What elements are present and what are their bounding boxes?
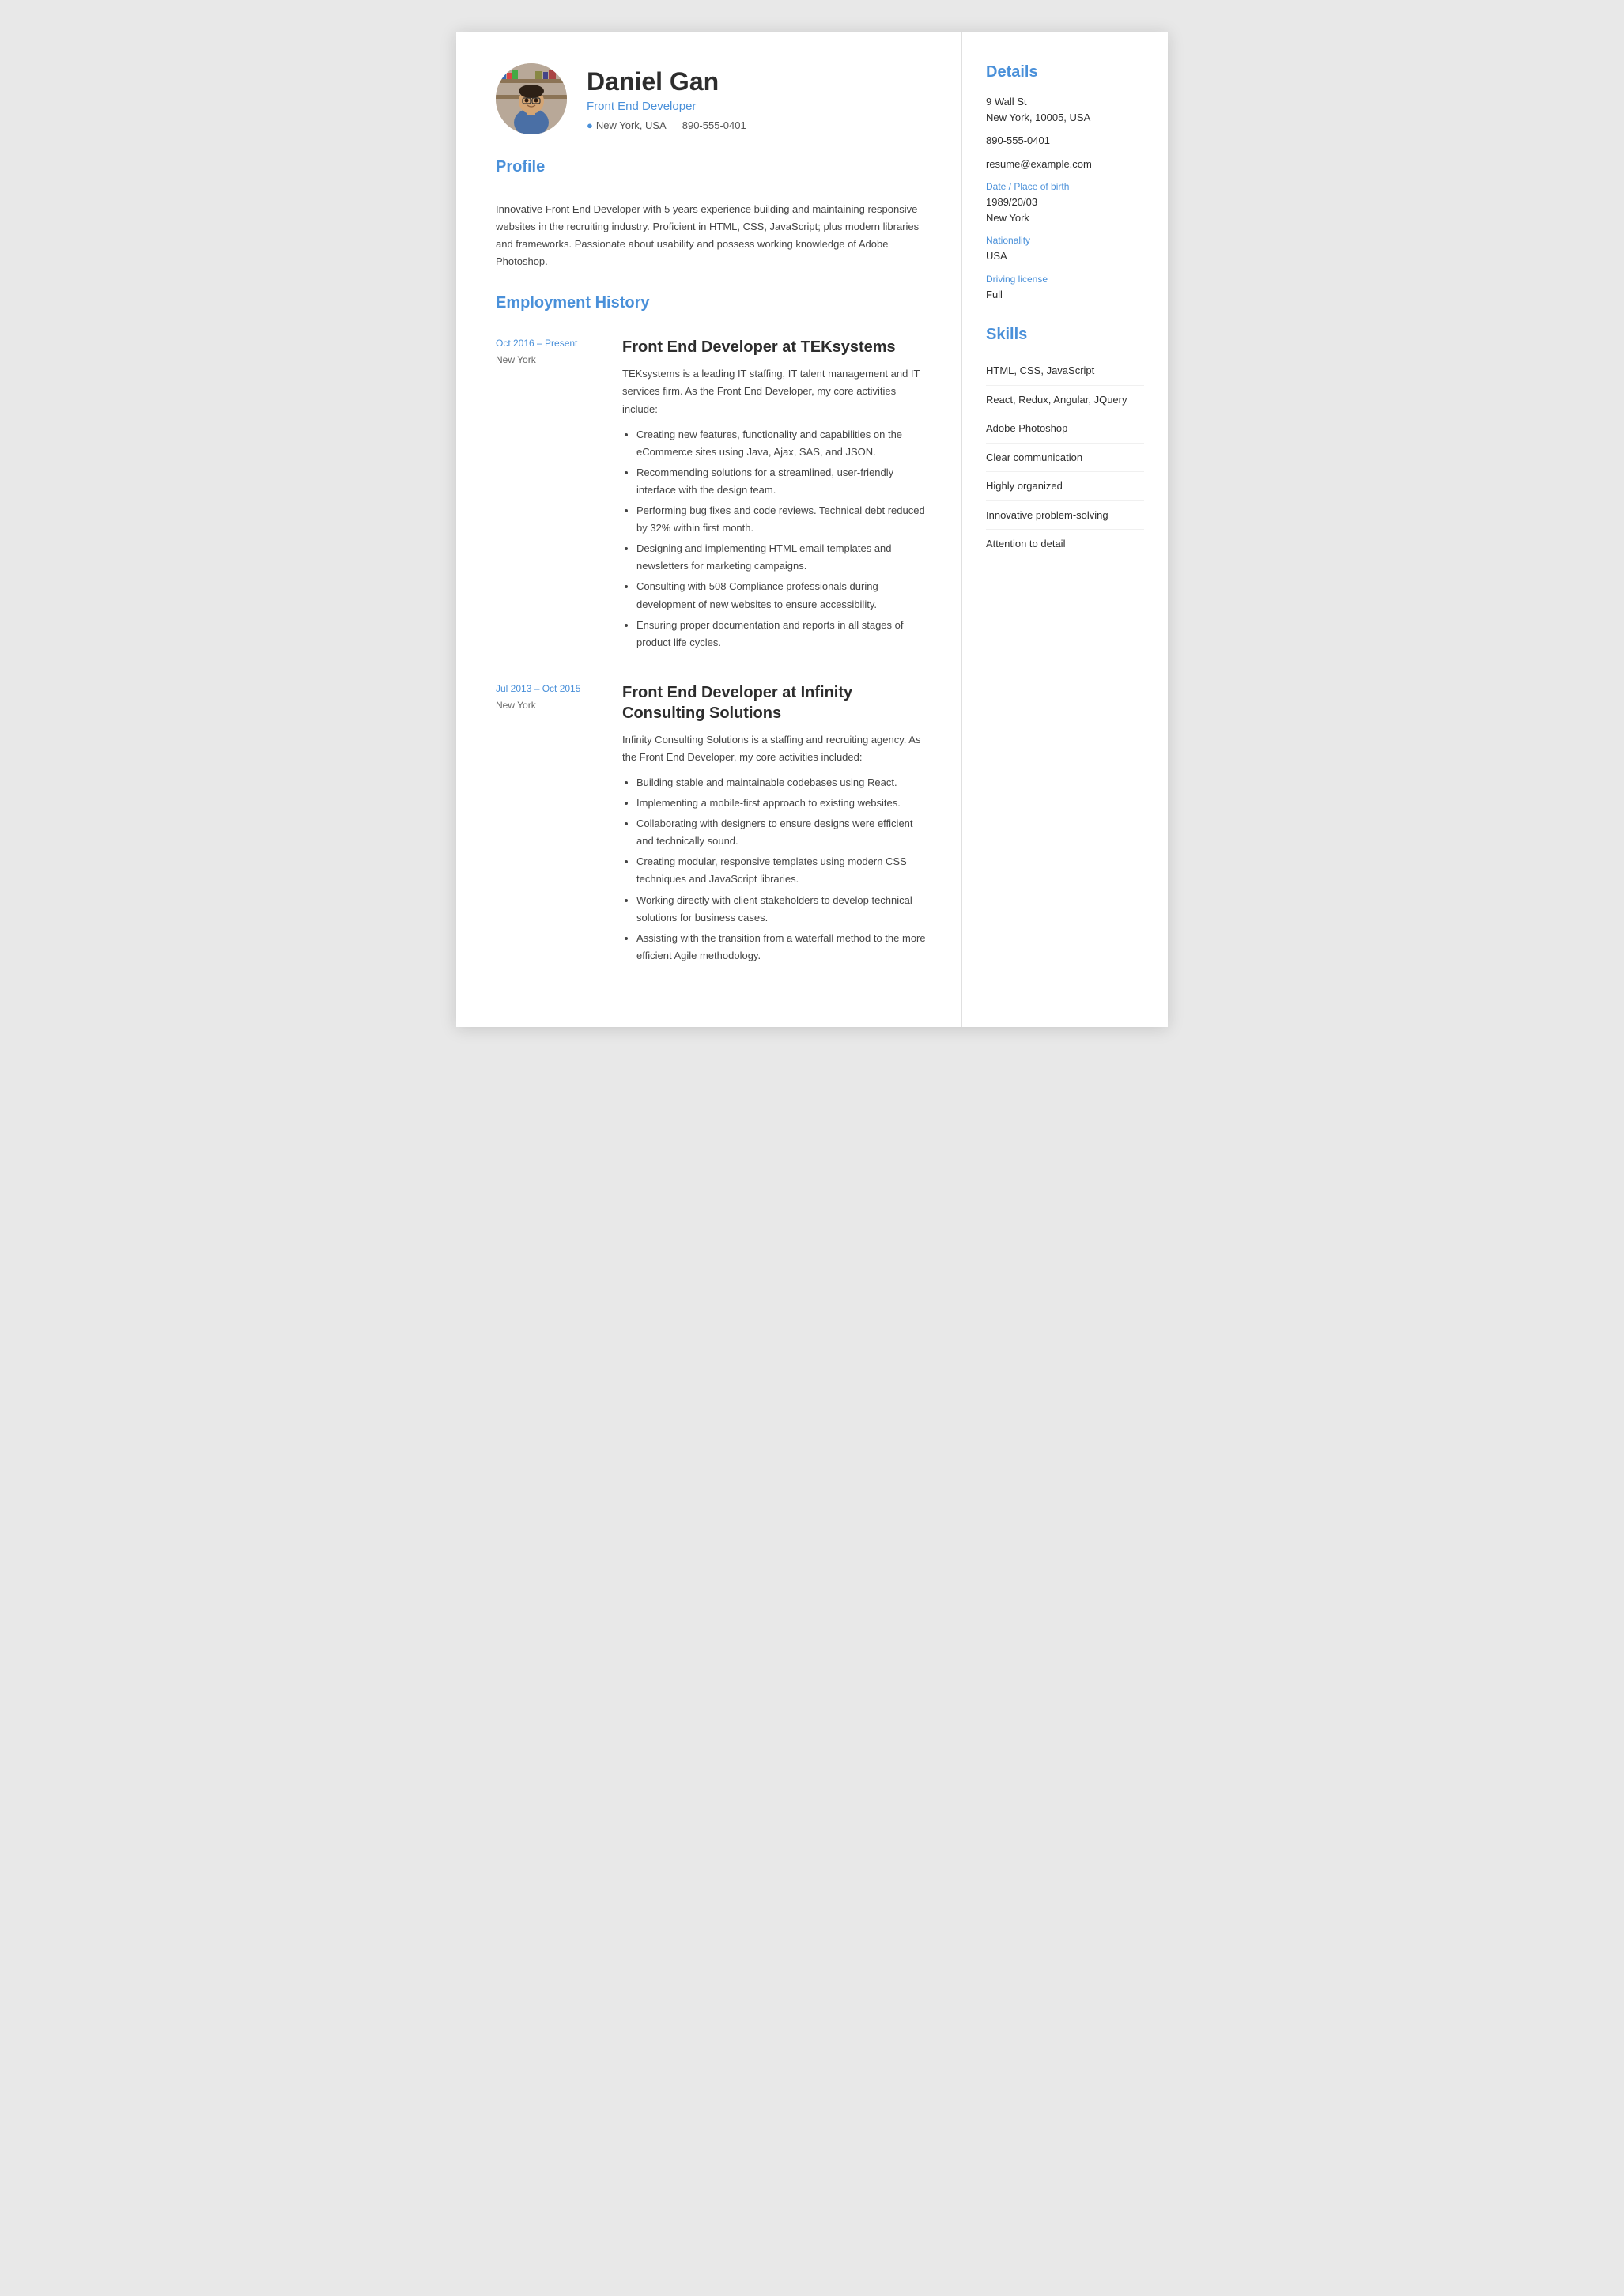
job-1-left: Oct 2016 – Present New York bbox=[496, 337, 622, 654]
driving-item: Full bbox=[986, 287, 1144, 303]
details-title: Details bbox=[986, 63, 1144, 81]
profile-text: Innovative Front End Developer with 5 ye… bbox=[496, 201, 926, 270]
sidebar-phone: 890-555-0401 bbox=[986, 133, 1144, 149]
skill-item-2: React, Redux, Angular, JQuery bbox=[986, 386, 1144, 415]
job-1-date: Oct 2016 – Present bbox=[496, 337, 606, 350]
resume-body: Daniel Gan Front End Developer ● New Yor… bbox=[456, 32, 1168, 1027]
address-item: 9 Wall St New York, 10005, USA bbox=[986, 94, 1144, 125]
header-phone: 890-555-0401 bbox=[682, 119, 746, 131]
employment-title: Employment History bbox=[496, 294, 926, 315]
skill-item-3: Adobe Photoshop bbox=[986, 414, 1144, 444]
list-item: Ensuring proper documentation and report… bbox=[636, 617, 926, 651]
location-icon: ● bbox=[587, 119, 593, 131]
skills-section: Skills HTML, CSS, JavaScript React, Redu… bbox=[986, 326, 1144, 558]
list-item: Recommending solutions for a streamlined… bbox=[636, 464, 926, 499]
dob-item: 1989/20/03 New York bbox=[986, 194, 1144, 225]
list-item: Designing and implementing HTML email te… bbox=[636, 540, 926, 575]
location-wrap: ● New York, USA bbox=[587, 119, 667, 131]
details-section: Details 9 Wall St New York, 10005, USA 8… bbox=[986, 63, 1144, 302]
nationality-item: USA bbox=[986, 248, 1144, 264]
job-1-right: Front End Developer at TEKsystems TEKsys… bbox=[622, 337, 926, 654]
skill-item-6: Innovative problem-solving bbox=[986, 501, 1144, 531]
list-item: Consulting with 508 Compliance professio… bbox=[636, 578, 926, 613]
driving-label: Driving license bbox=[986, 274, 1144, 285]
dob-value: 1989/20/03 bbox=[986, 194, 1144, 210]
list-item: Working directly with client stakeholder… bbox=[636, 892, 926, 927]
header-info: Daniel Gan Front End Developer ● New Yor… bbox=[587, 66, 746, 130]
job-2-description: Infinity Consulting Solutions is a staff… bbox=[622, 731, 926, 766]
header-contact: ● New York, USA 890-555-0401 bbox=[587, 119, 746, 131]
job-entry-2: Jul 2013 – Oct 2015 New York Front End D… bbox=[496, 682, 926, 968]
job-1-bullets: Creating new features, functionality and… bbox=[622, 426, 926, 651]
resume-wrapper: Daniel Gan Front End Developer ● New Yor… bbox=[456, 32, 1168, 1027]
job-1-description: TEKsystems is a leading IT staffing, IT … bbox=[622, 365, 926, 417]
job-2-bullets: Building stable and maintainable codebas… bbox=[622, 774, 926, 965]
job-2-right: Front End Developer at Infinity Consulti… bbox=[622, 682, 926, 968]
job-1-location: New York bbox=[496, 354, 606, 365]
phone-item: 890-555-0401 bbox=[986, 133, 1144, 149]
list-item: Building stable and maintainable codebas… bbox=[636, 774, 926, 791]
profile-section: Profile Innovative Front End Developer w… bbox=[496, 158, 926, 270]
job-entry-1: Oct 2016 – Present New York Front End De… bbox=[496, 337, 926, 654]
job-2-date: Jul 2013 – Oct 2015 bbox=[496, 682, 606, 696]
list-item: Implementing a mobile-first approach to … bbox=[636, 795, 926, 812]
list-item: Creating new features, functionality and… bbox=[636, 426, 926, 461]
skills-title: Skills bbox=[986, 326, 1144, 344]
job-2-location: New York bbox=[496, 700, 606, 711]
job-2-title: Front End Developer at Infinity Consulti… bbox=[622, 682, 926, 723]
main-column: Daniel Gan Front End Developer ● New Yor… bbox=[456, 32, 962, 1027]
list-item: Creating modular, responsive templates u… bbox=[636, 853, 926, 888]
sidebar: Details 9 Wall St New York, 10005, USA 8… bbox=[962, 32, 1168, 1027]
skill-item-5: Highly organized bbox=[986, 472, 1144, 501]
employment-section: Employment History Oct 2016 – Present Ne… bbox=[496, 294, 926, 968]
list-item: Performing bug fixes and code reviews. T… bbox=[636, 502, 926, 537]
skill-item-1: HTML, CSS, JavaScript bbox=[986, 357, 1144, 386]
birth-place: New York bbox=[986, 210, 1144, 226]
list-item: Collaborating with designers to ensure d… bbox=[636, 815, 926, 850]
dob-label: Date / Place of birth bbox=[986, 181, 1144, 192]
list-item: Assisting with the transition from a wat… bbox=[636, 930, 926, 965]
candidate-title: Front End Developer bbox=[587, 100, 746, 113]
header-section: Daniel Gan Front End Developer ● New Yor… bbox=[496, 63, 926, 134]
nationality-value: USA bbox=[986, 248, 1144, 264]
avatar bbox=[496, 63, 567, 134]
skill-item-7: Attention to detail bbox=[986, 530, 1144, 558]
job-1-title: Front End Developer at TEKsystems bbox=[622, 337, 926, 357]
job-2-left: Jul 2013 – Oct 2015 New York bbox=[496, 682, 622, 968]
header-location: New York, USA bbox=[596, 119, 667, 131]
profile-title: Profile bbox=[496, 158, 926, 179]
address-line1: 9 Wall St bbox=[986, 94, 1144, 110]
sidebar-email: resume@example.com bbox=[986, 157, 1144, 172]
address-line2: New York, 10005, USA bbox=[986, 110, 1144, 126]
driving-value: Full bbox=[986, 287, 1144, 303]
skill-item-4: Clear communication bbox=[986, 444, 1144, 473]
nationality-label: Nationality bbox=[986, 235, 1144, 246]
email-item: resume@example.com bbox=[986, 157, 1144, 172]
candidate-name: Daniel Gan bbox=[587, 66, 746, 96]
